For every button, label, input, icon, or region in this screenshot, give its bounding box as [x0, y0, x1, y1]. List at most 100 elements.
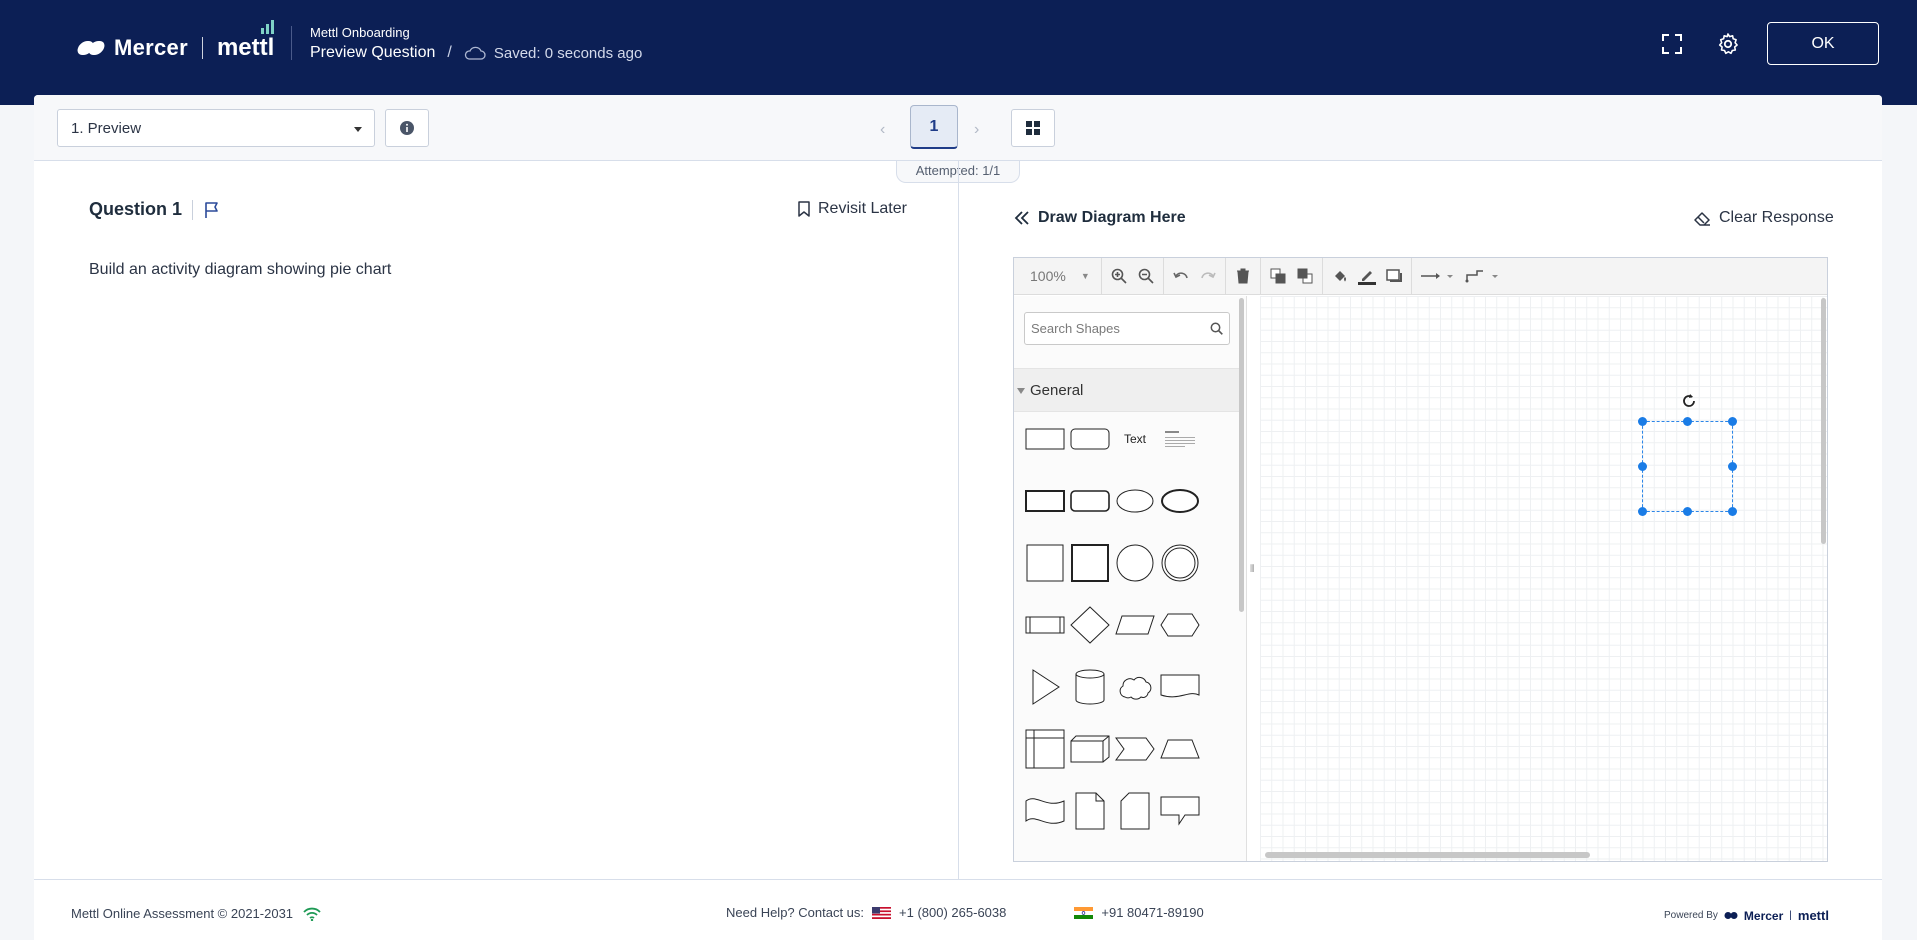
brand-mettl-label: mettl: [216, 34, 275, 61]
rectangle-shape-icon[interactable]: [1024, 418, 1066, 460]
step-shape-icon[interactable]: [1114, 728, 1156, 770]
page-number-button[interactable]: 1: [910, 105, 958, 149]
bookmark-icon: [798, 201, 810, 217]
copyright-text: Mettl Online Assessment © 2021-2031: [71, 906, 294, 921]
cylinder-shape-icon[interactable]: [1069, 666, 1111, 708]
resize-handle-s[interactable]: [1683, 507, 1692, 516]
revisit-later-label: Revisit Later: [818, 200, 907, 217]
draw-diagram-toggle[interactable]: Draw Diagram Here: [1014, 209, 1186, 227]
hexagon-shape-icon[interactable]: [1159, 604, 1201, 646]
trapezoid-shape-icon[interactable]: [1159, 728, 1201, 770]
phone-us[interactable]: +1 (800) 265-6038: [899, 905, 1006, 920]
powered-by: Powered By Mercer | mettl: [1664, 908, 1829, 923]
resize-handle-w[interactable]: [1638, 462, 1647, 471]
callout-shape-icon[interactable]: [1159, 790, 1201, 832]
zoom-in-icon[interactable]: [1110, 267, 1128, 285]
zoom-out-icon[interactable]: [1137, 267, 1155, 285]
square-shape-icon[interactable]: [1024, 542, 1066, 584]
eraser-icon: [1694, 211, 1710, 226]
trash-icon[interactable]: [1234, 267, 1252, 285]
triangle-shape-icon[interactable]: [1024, 666, 1066, 708]
canvas-horizontal-scrollbar[interactable]: [1265, 852, 1590, 858]
prev-page-arrow[interactable]: ‹: [880, 121, 885, 139]
line-color-icon[interactable]: [1358, 267, 1376, 285]
footer-help: Need Help? Contact us: +1 (800) 265-6038…: [726, 905, 1204, 920]
question-grid-button[interactable]: [1011, 109, 1055, 147]
thick-square-shape-icon[interactable]: [1069, 542, 1111, 584]
document-shape-icon[interactable]: [1159, 666, 1201, 708]
title-separator: [192, 199, 194, 220]
diamond-shape-icon[interactable]: [1069, 604, 1111, 646]
question-navigation: 1. Preview ‹ 1 ›: [34, 95, 1882, 161]
waypoint-style-icon[interactable]: [1465, 267, 1501, 285]
history-group: [1164, 258, 1226, 295]
diagram-canvas[interactable]: [1260, 296, 1827, 861]
resize-handle-e[interactable]: [1728, 462, 1737, 471]
chevron-down-icon: [354, 127, 362, 132]
fill-color-icon[interactable]: [1331, 267, 1349, 285]
sidebar-scrollbar[interactable]: [1239, 298, 1244, 612]
note-shape-icon[interactable]: [1069, 790, 1111, 832]
search-shapes-input[interactable]: Search Shapes: [1024, 312, 1230, 345]
phone-in[interactable]: +91 80471-89190: [1101, 905, 1203, 920]
mercer-mettl-logo: Mercer mettl: [75, 20, 275, 62]
shadow-icon[interactable]: [1385, 267, 1403, 285]
ok-button[interactable]: OK: [1767, 22, 1879, 65]
revisit-later-button[interactable]: Revisit Later: [798, 200, 907, 218]
powered-by-label: Powered By: [1664, 910, 1718, 921]
search-shapes-placeholder: Search Shapes: [1031, 321, 1120, 336]
cube-shape-icon[interactable]: [1069, 728, 1111, 770]
help-label: Need Help? Contact us:: [726, 905, 865, 920]
rounded-rectangle-shape-icon[interactable]: [1069, 418, 1111, 460]
draw-diagram-label: Draw Diagram Here: [1038, 209, 1186, 226]
card-shape-icon[interactable]: [1114, 790, 1156, 832]
parallelogram-shape-icon[interactable]: [1114, 604, 1156, 646]
selected-shape[interactable]: [1642, 421, 1733, 512]
thick-ellipse-shape-icon[interactable]: [1159, 480, 1201, 522]
question-title: Question 1: [89, 199, 221, 220]
double-circle-shape-icon[interactable]: [1159, 542, 1201, 584]
gear-icon[interactable]: [1714, 30, 1742, 58]
ellipse-shape-icon[interactable]: [1114, 480, 1156, 522]
circle-shape-icon[interactable]: [1114, 542, 1156, 584]
bring-to-front-icon[interactable]: [1269, 267, 1287, 285]
resize-handle-se[interactable]: [1728, 507, 1737, 516]
send-to-back-icon[interactable]: [1296, 267, 1314, 285]
palette-general-label: General: [1030, 382, 1084, 399]
tape-shape-icon[interactable]: [1024, 790, 1066, 832]
resize-handle-n[interactable]: [1683, 417, 1692, 426]
info-button[interactable]: [385, 109, 429, 147]
zoom-select[interactable]: 100% ▼: [1014, 258, 1102, 295]
brand-divider: [201, 37, 203, 59]
pane-divider: [958, 161, 959, 879]
rounded-process-shape-icon[interactable]: [1069, 480, 1111, 522]
section-select[interactable]: 1. Preview: [57, 109, 375, 147]
internal-storage-shape-icon[interactable]: [1024, 728, 1066, 770]
info-icon: [400, 121, 414, 135]
process-shape-icon[interactable]: [1024, 480, 1066, 522]
clear-response-button[interactable]: Clear Response: [1694, 209, 1834, 227]
fullscreen-icon[interactable]: [1658, 30, 1686, 58]
canvas-vertical-scrollbar[interactable]: [1821, 298, 1826, 544]
flag-icon[interactable]: [203, 201, 221, 219]
cloud-shape-icon[interactable]: [1114, 666, 1156, 708]
rotate-handle-icon[interactable]: [1680, 392, 1698, 410]
clear-response-label: Clear Response: [1719, 209, 1834, 226]
expand-triangle-icon: [1017, 388, 1025, 394]
textbox-shape-icon[interactable]: [1159, 418, 1201, 460]
sidebar-resize-handle[interactable]: ⦀: [1250, 564, 1254, 575]
redo-icon[interactable]: [1199, 267, 1217, 285]
resize-handle-sw[interactable]: [1638, 507, 1647, 516]
india-flag-icon: [1074, 906, 1094, 919]
page-title: Preview Question: [310, 44, 436, 61]
undo-icon[interactable]: [1172, 267, 1190, 285]
subprocess-shape-icon[interactable]: [1024, 604, 1066, 646]
arrow-style-icon[interactable]: [1420, 267, 1456, 285]
next-page-arrow[interactable]: ›: [974, 121, 979, 139]
resize-handle-nw[interactable]: [1638, 417, 1647, 426]
resize-handle-ne[interactable]: [1728, 417, 1737, 426]
palette-general-header[interactable]: General: [1014, 368, 1239, 412]
cloud-icon: [464, 46, 486, 60]
footer-divider: [34, 879, 1882, 880]
text-shape-icon[interactable]: Text: [1114, 418, 1156, 460]
